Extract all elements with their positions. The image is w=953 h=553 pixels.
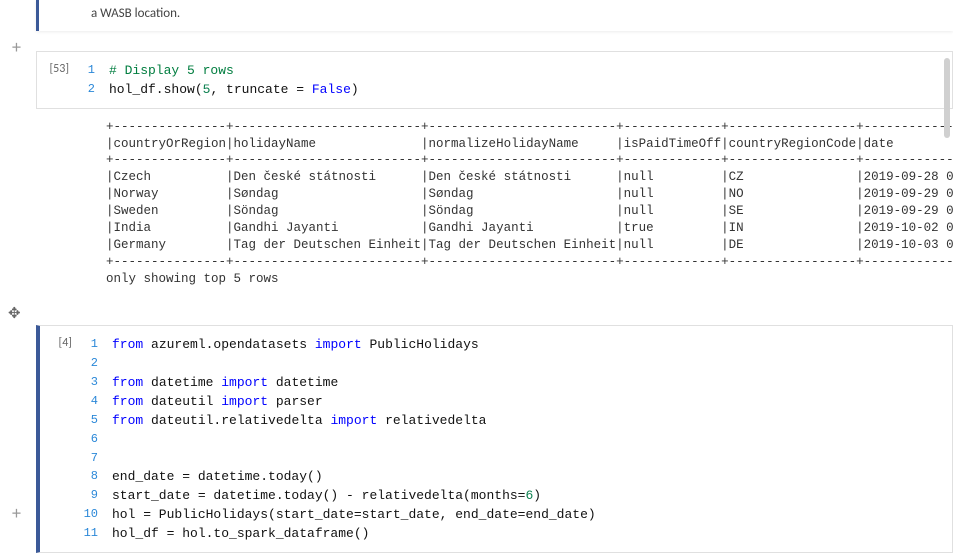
line-number: 7 [80,450,112,469]
code-line[interactable] [112,431,934,450]
code-line[interactable]: from azureml.opendatasets import PublicH… [112,336,934,355]
info-callout: a WASB location. [36,0,953,31]
code-line[interactable] [112,450,934,469]
line-number: 2 [77,81,109,100]
cell-output: +---------------+-----------------------… [36,109,953,300]
line-number: 10 [80,506,112,525]
exec-count-label: [4] [40,326,80,551]
line-number: 5 [80,412,112,431]
line-number: 8 [80,468,112,487]
line-number: 2 [80,355,112,374]
callout-text: a WASB location. [91,6,180,21]
code-editor[interactable]: 1from azureml.opendatasets import Public… [80,326,952,551]
code-cell-53[interactable]: [53] 1# Display 5 rows2hol_df.show(5, tr… [36,51,953,109]
exec-count-label: [53] [37,52,77,108]
line-number: 3 [80,374,112,393]
code-line[interactable]: start_date = datetime.today() - relative… [112,487,934,506]
add-cell-icon[interactable]: + [12,36,21,58]
code-line[interactable]: end_date = datetime.today() [112,468,934,487]
line-number: 4 [80,393,112,412]
line-number: 1 [77,62,109,81]
code-editor[interactable]: 1# Display 5 rows2hol_df.show(5, truncat… [77,52,952,108]
code-line[interactable]: from dateutil.relativedelta import relat… [112,412,934,431]
line-number: 1 [80,336,112,355]
add-cell-icon[interactable]: + [12,502,21,524]
code-line[interactable]: hol = PublicHolidays(start_date=start_da… [112,506,934,525]
line-number: 11 [80,525,112,544]
code-line[interactable]: # Display 5 rows [109,62,934,81]
code-line[interactable] [112,355,934,374]
line-number: 6 [80,431,112,450]
code-line[interactable]: from dateutil import parser [112,393,934,412]
scrollbar-thumb[interactable] [944,58,950,138]
code-cell-4[interactable]: [4] 1from azureml.opendatasets import Pu… [36,325,953,552]
code-line[interactable]: hol_df = hol.to_spark_dataframe() [112,525,934,544]
line-number: 9 [80,487,112,506]
code-line[interactable]: from datetime import datetime [112,374,934,393]
drag-handle-icon[interactable]: ✥ [8,304,21,323]
code-line[interactable]: hol_df.show(5, truncate = False) [109,81,934,100]
